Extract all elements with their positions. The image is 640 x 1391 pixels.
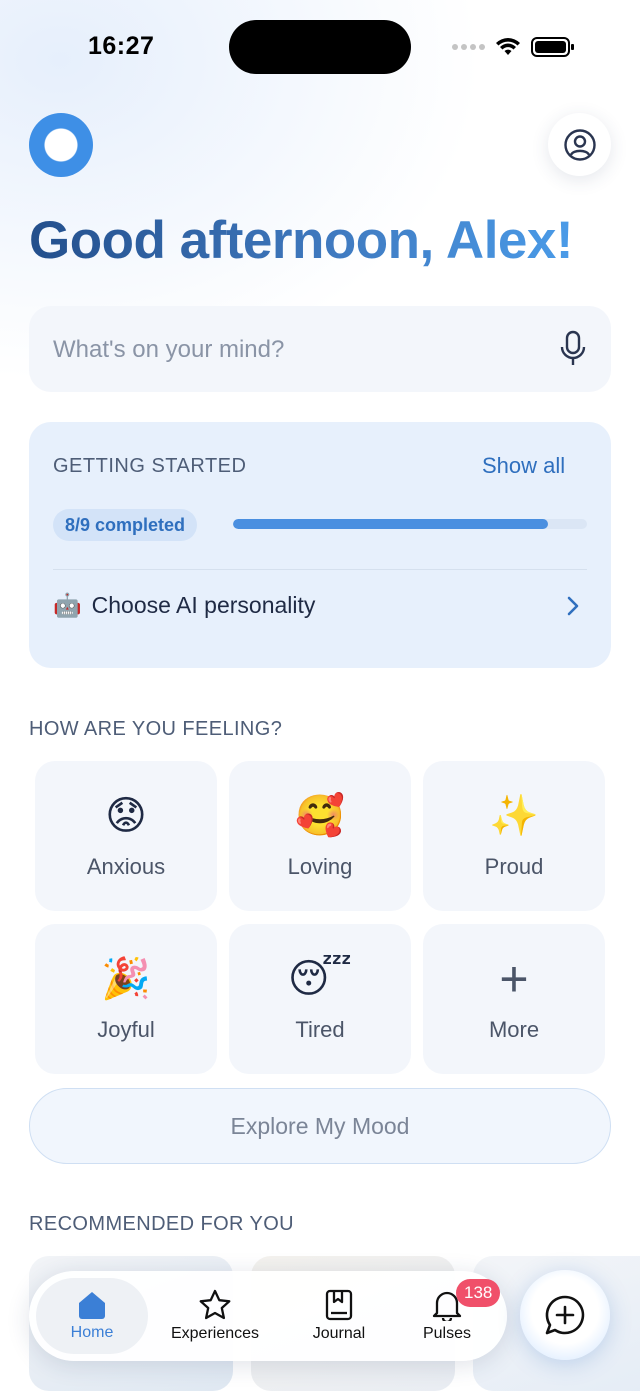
mood-label: Tired [295,1017,345,1042]
task-choose-ai-personality[interactable]: 🤖 Choose AI personality [53,592,315,619]
party-popper-emoji-icon: 🎉 [101,957,151,1001]
progress-badge: 8/9 completed [53,509,198,541]
mood-anxious[interactable]: 😟 Anxious [35,761,217,911]
chat-plus-icon [545,1295,585,1335]
new-chat-button[interactable] [520,1270,610,1360]
battery-icon [531,37,574,57]
whats-on-your-mind-input[interactable]: What's on your mind? [29,306,611,392]
input-placeholder: What's on your mind? [53,336,285,363]
journal-icon [325,1289,353,1321]
mood-more[interactable]: + More [423,924,605,1074]
user-icon [563,128,596,161]
microphone-icon[interactable] [556,330,590,368]
tab-bar: Home Experiences Journal Pulses [29,1271,507,1361]
robot-icon: 🤖 [53,592,82,618]
plus-icon: + [499,951,529,1007]
loving-emoji-icon: 🥰 [295,794,345,838]
tab-journal[interactable]: Journal [289,1271,389,1361]
show-all-link[interactable]: Show all [482,453,565,479]
tab-label: Journal [312,1325,366,1342]
mood-tired[interactable]: 😴 Tired [229,924,411,1074]
getting-started-card: GETTING STARTED Show all 8/9 completed 🤖… [29,422,611,668]
app-logo [29,113,93,177]
anxious-emoji-icon: 😟 [105,794,147,838]
tab-experiences[interactable]: Experiences [155,1271,275,1361]
dynamic-island [229,20,411,74]
wifi-icon [496,38,520,55]
sparkles-emoji-icon: ✨ [489,794,539,838]
mood-joyful[interactable]: 🎉 Joyful [35,924,217,1074]
greeting-heading: Good afternoon, Alex! [29,211,574,270]
tab-label: Experiences [170,1325,260,1342]
explore-my-mood-button[interactable]: Explore My Mood [29,1088,611,1164]
mood-loving[interactable]: 🥰 Loving [229,761,411,911]
task-label: Choose AI personality [91,592,316,618]
getting-started-title: GETTING STARTED [53,455,247,477]
status-icons [452,34,575,60]
home-icon [79,1292,105,1319]
cellular-signal-icon [452,44,485,50]
mood-label: Joyful [97,1017,155,1042]
divider [53,569,587,570]
mood-label: More [488,1017,540,1042]
sleeping-emoji-icon: 😴 [287,957,353,1001]
notification-badge: 138 [456,1279,501,1307]
profile-button[interactable] [548,113,611,176]
recommended-section-title: RECOMMENDED FOR YOU [29,1213,295,1235]
status-time: 16:27 [88,32,155,60]
tab-label: Pulses [422,1325,472,1342]
mood-label: Proud [484,854,544,879]
feelings-section-title: HOW ARE YOU FEELING? [29,718,283,740]
mood-proud[interactable]: ✨ Proud [423,761,605,911]
star-icon [199,1289,231,1320]
progress-bar [233,519,587,529]
tab-label: Home [70,1324,114,1341]
progress-fill [233,519,549,529]
chevron-right-icon[interactable] [563,594,583,618]
mood-label: Loving [287,854,353,879]
mood-label: Anxious [86,854,166,879]
tab-home[interactable]: Home [36,1278,148,1354]
status-bar: 16:27 [0,0,640,95]
